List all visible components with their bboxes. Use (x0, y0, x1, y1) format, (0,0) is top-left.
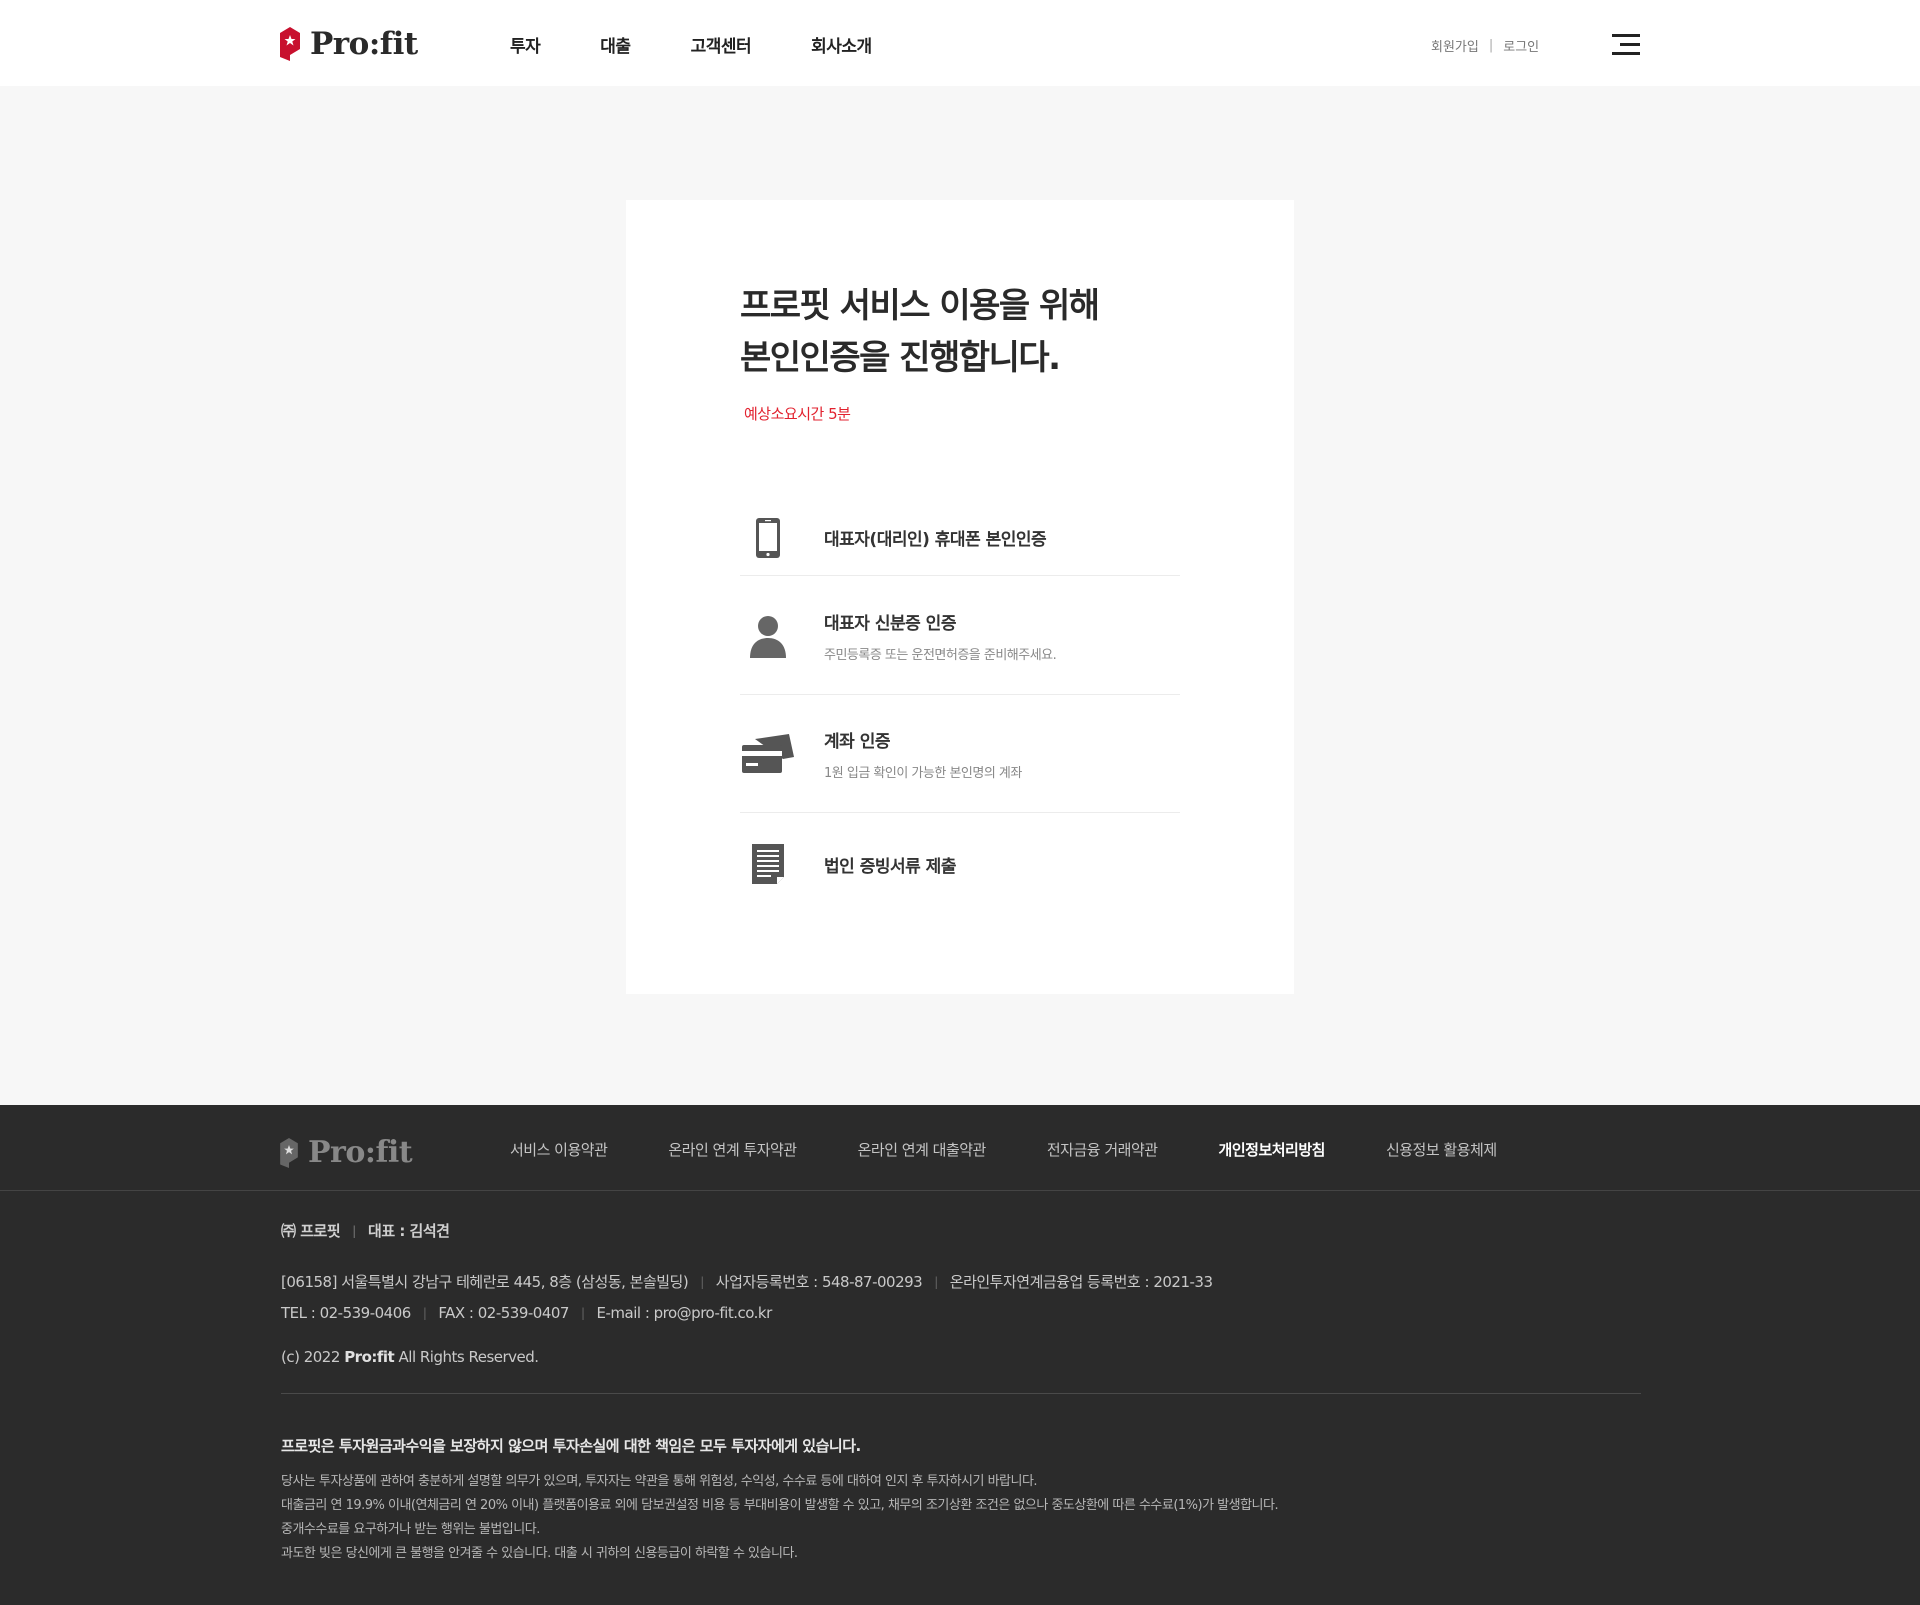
disclaimer-line: 중개수수료를 요구하거나 받는 행위는 불법입니다. (281, 1522, 540, 1537)
verification-card: 프로핏 서비스 이용을 위해 본인인증을 진행합니다. 예상소요시간 5분 대표… (626, 200, 1294, 994)
logo-mark-icon (280, 27, 300, 61)
footer-divider (0, 1190, 1920, 1191)
footer-logo-text: Pro:fit (308, 1135, 413, 1170)
signup-link[interactable]: 회원가입 (1431, 36, 1479, 55)
step-phone-verification[interactable]: 대표자(대리인) 휴대폰 본인인증 (740, 500, 1180, 576)
company-address: [06158] 서울특별시 강남구 테헤란로 445, 8층 (삼성동, 본솔빌… (281, 1273, 689, 1291)
document-icon (740, 836, 796, 892)
company-info: ㈜ 프로핏 | 대표 : 김석견 [06158] 서울특별시 강남구 테헤란로 … (281, 1220, 1213, 1366)
contact-row: TEL : 02-539-0406 | FAX : 02-539-0407 | … (281, 1304, 773, 1322)
disclaimer-line: 대출금리 연 19.9% 이내(연체금리 연 20% 이내) 플랫폼이용료 외에… (281, 1498, 1279, 1513)
estimated-time: 예상소요시간 5분 (744, 405, 851, 423)
business-number: 사업자등록번호 : 548-87-00293 (715, 1273, 923, 1291)
footer-link-credit-info[interactable]: 신용정보 활용체제 (1386, 1139, 1497, 1160)
footer-logo[interactable]: Pro:fit (280, 1135, 413, 1170)
site-footer: Pro:fit 서비스 이용약관 온라인 연계 투자약관 온라인 연계 대출약관… (0, 1105, 1920, 1605)
step-title: 법인 증빙서류 제출 (824, 856, 956, 877)
address-row: [06158] 서울특별시 강남구 테헤란로 445, 8층 (삼성동, 본솔빌… (281, 1273, 1213, 1291)
footer-link-invest-terms[interactable]: 온라인 연계 투자약관 (668, 1139, 797, 1160)
step-account-verification[interactable]: 계좌 인증 1원 입금 확인이 가능한 본인명의 계좌 (740, 696, 1180, 813)
util-separator: | (1488, 38, 1494, 53)
person-icon (740, 608, 796, 664)
company-name: ㈜ 프로핏 (281, 1222, 341, 1240)
page-title: 프로핏 서비스 이용을 위해 본인인증을 진행합니다. (740, 280, 1100, 384)
nav-item-invest[interactable]: 투자 (510, 32, 541, 57)
login-link[interactable]: 로그인 (1503, 36, 1539, 55)
footer-link-e-finance-terms[interactable]: 전자금융 거래약관 (1047, 1139, 1158, 1160)
step-title: 대표자 신분증 인증 (824, 613, 956, 634)
company-row: ㈜ 프로핏 | 대표 : 김석견 (281, 1222, 450, 1240)
hamburger-menu-icon[interactable] (1612, 34, 1640, 56)
step-corporate-documents[interactable]: 법인 증빙서류 제출 (740, 814, 1180, 914)
site-header: Pro:fit 투자 대출 고객센터 회사소개 회원가입 | 로그인 (0, 0, 1920, 86)
title-line-2: 본인인증을 진행합니다. (740, 338, 1061, 378)
footer-rule (281, 1393, 1641, 1394)
mobile-phone-icon (740, 510, 796, 566)
footer-link-loan-terms[interactable]: 온라인 연계 대출약관 (858, 1139, 987, 1160)
logo[interactable]: Pro:fit (280, 26, 418, 62)
step-title: 대표자(대리인) 휴대폰 본인인증 (824, 530, 1047, 550)
company-email: E-mail : pro@pro-fit.co.kr (596, 1304, 773, 1322)
footer-links: 서비스 이용약관 온라인 연계 투자약관 온라인 연계 대출약관 전자금융 거래… (510, 1139, 1558, 1160)
footer-link-service-terms[interactable]: 서비스 이용약관 (510, 1139, 608, 1160)
main-nav: 투자 대출 고객센터 회사소개 (510, 32, 932, 57)
bank-card-icon (740, 726, 796, 782)
footer-disclaimer: 당사는 투자상품에 관하여 충분하게 설명할 의무가 있으며, 투자자는 약관을… (281, 1470, 1279, 1566)
footer-link-privacy-policy[interactable]: 개인정보처리방침 (1219, 1139, 1326, 1160)
p2p-registration-number: 온라인투자연계금융업 등록번호 : 2021-33 (949, 1273, 1213, 1291)
company-fax: FAX : 02-539-0407 (438, 1304, 569, 1322)
nav-item-customer-center[interactable]: 고객센터 (691, 32, 752, 57)
disclaimer-line: 과도한 빚은 당신에게 큰 불행을 안겨줄 수 있습니다. 대출 시 귀하의 신… (281, 1546, 798, 1561)
company-tel: TEL : 02-539-0406 (281, 1304, 411, 1322)
nav-item-loan[interactable]: 대출 (600, 32, 631, 57)
investment-warning: 프로핏은 투자원금과수익을 보장하지 않으며 투자손실에 대한 책임은 모두 투… (281, 1437, 861, 1455)
step-title: 계좌 인증 (824, 732, 890, 752)
step-desc: 주민등록증 또는 운전면허증을 준비해주세요. (824, 647, 1057, 663)
step-desc: 1원 입금 확인이 가능한 본인명의 계좌 (824, 766, 1022, 781)
disclaimer-line: 당사는 투자상품에 관하여 충분하게 설명할 의무가 있으며, 투자자는 약관을… (281, 1474, 1038, 1489)
company-ceo: 대표 : 김석견 (368, 1222, 450, 1240)
logo-text: Pro:fit (310, 26, 418, 62)
step-id-card-verification[interactable]: 대표자 신분증 인증 주민등록증 또는 운전면허증을 준비해주세요. (740, 577, 1180, 695)
nav-item-about[interactable]: 회사소개 (811, 32, 872, 57)
util-links: 회원가입 | 로그인 (1431, 36, 1539, 55)
title-line-1: 프로핏 서비스 이용을 위해 (740, 286, 1100, 326)
copyright: (c) 2022 Pro:fit All Rights Reserved. (281, 1348, 539, 1366)
footer-logo-mark-icon (280, 1137, 298, 1168)
